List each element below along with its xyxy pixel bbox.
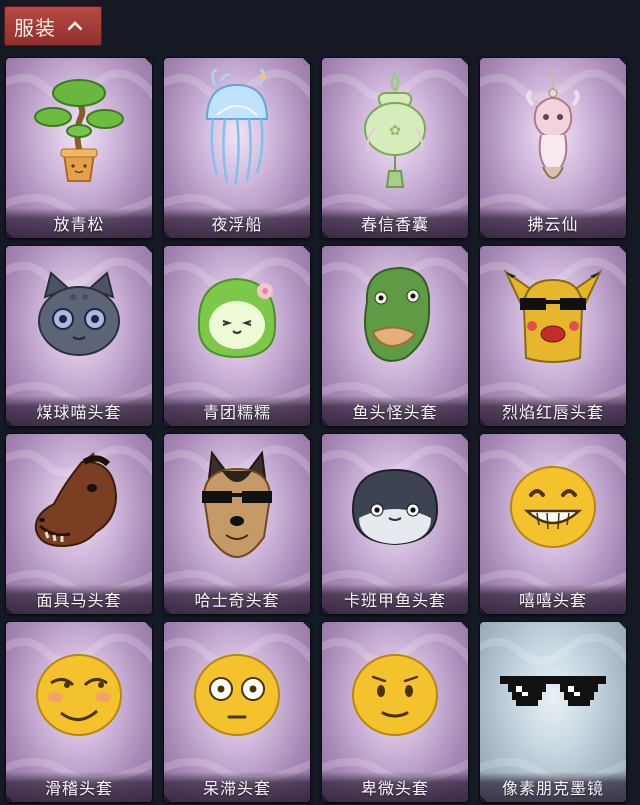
item-name: 烈焰红唇头套 bbox=[480, 396, 626, 426]
item-card[interactable]: 卑微头套 bbox=[322, 622, 468, 802]
item-name: 卡班甲鱼头套 bbox=[322, 584, 468, 614]
section-header-clothing[interactable]: 服装 bbox=[4, 6, 102, 46]
item-name: 春信香囊 bbox=[322, 208, 468, 238]
item-card[interactable]: 哈士奇头套 bbox=[164, 434, 310, 614]
horse-head-icon bbox=[6, 440, 152, 570]
bonsai-pine-icon bbox=[6, 64, 152, 194]
item-card[interactable]: 像素朋克墨镜 bbox=[480, 622, 626, 802]
fish-head-icon bbox=[322, 252, 468, 382]
chevron-up-icon[interactable] bbox=[66, 17, 84, 35]
cat-head-icon bbox=[6, 252, 152, 382]
item-card[interactable]: 卡班甲鱼头套 bbox=[322, 434, 468, 614]
yellow-lips-head-icon bbox=[480, 252, 626, 382]
item-card[interactable]: 放青松 bbox=[6, 58, 152, 238]
fish-blob-head-icon bbox=[322, 440, 468, 570]
item-name: 夜浮船 bbox=[164, 208, 310, 238]
item-grid: 放青松 夜浮船 ✿ 春信香囊 拂云仙 煤球喵头套 青团糯糯 鱼头怪头套 烈焰红唇… bbox=[6, 58, 626, 802]
item-card[interactable]: ✿ 春信香囊 bbox=[322, 58, 468, 238]
item-card[interactable]: 鱼头怪头套 bbox=[322, 246, 468, 426]
sachet-pouch-icon: ✿ bbox=[322, 64, 468, 194]
item-name: 面具马头套 bbox=[6, 584, 152, 614]
grin-emoji-head-icon bbox=[480, 440, 626, 570]
item-name: 拂云仙 bbox=[480, 208, 626, 238]
item-card[interactable]: 煤球喵头套 bbox=[6, 246, 152, 426]
section-title: 服装 bbox=[14, 15, 56, 40]
svg-text:✿: ✿ bbox=[389, 123, 401, 139]
item-name: 嘻嘻头套 bbox=[480, 584, 626, 614]
item-name: 滑稽头套 bbox=[6, 772, 152, 802]
item-name: 卑微头套 bbox=[322, 772, 468, 802]
green-rice-ball-head-icon bbox=[164, 252, 310, 382]
dragon-charm-icon bbox=[480, 64, 626, 194]
item-card[interactable]: 滑稽头套 bbox=[6, 622, 152, 802]
item-card[interactable]: 面具马头套 bbox=[6, 434, 152, 614]
item-name: 哈士奇头套 bbox=[164, 584, 310, 614]
smirk-emoji-head-icon bbox=[6, 628, 152, 758]
item-card[interactable]: 青团糯糯 bbox=[164, 246, 310, 426]
item-name: 像素朋克墨镜 bbox=[480, 772, 626, 802]
item-card[interactable]: 拂云仙 bbox=[480, 58, 626, 238]
item-name: 放青松 bbox=[6, 208, 152, 238]
item-name: 青团糯糯 bbox=[164, 396, 310, 426]
blank-stare-emoji-head-icon bbox=[164, 628, 310, 758]
jellyfish-icon bbox=[164, 64, 310, 194]
item-name: 鱼头怪头套 bbox=[322, 396, 468, 426]
item-name: 煤球喵头套 bbox=[6, 396, 152, 426]
item-card[interactable]: 呆滞头套 bbox=[164, 622, 310, 802]
shy-emoji-head-icon bbox=[322, 628, 468, 758]
pixel-sunglasses-icon bbox=[480, 628, 626, 758]
item-card[interactable]: 烈焰红唇头套 bbox=[480, 246, 626, 426]
item-card[interactable]: 夜浮船 bbox=[164, 58, 310, 238]
item-card[interactable]: 嘻嘻头套 bbox=[480, 434, 626, 614]
item-name: 呆滞头套 bbox=[164, 772, 310, 802]
husky-head-icon bbox=[164, 440, 310, 570]
